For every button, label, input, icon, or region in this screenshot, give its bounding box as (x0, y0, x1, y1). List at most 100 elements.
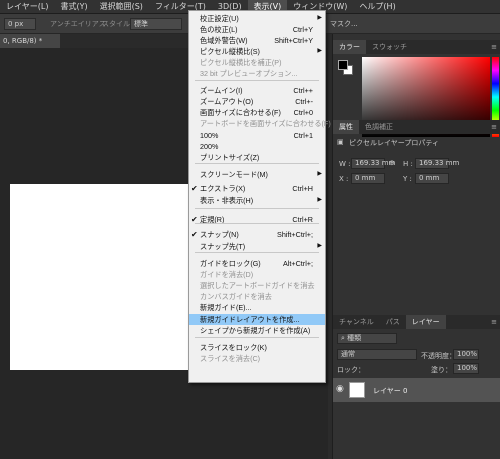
menu-item-label: 表示・非表示(H) (200, 196, 254, 205)
view-menu-item[interactable]: 画面サイズに合わせる(F) Ctrl+0 (189, 107, 325, 118)
layers-panel-tabs: チャンネル パス レイヤー ≡ (333, 315, 500, 329)
menu-item-label: 選択したアートボードガイドを消去 (200, 281, 315, 290)
fill-field[interactable]: 100% (453, 363, 479, 374)
view-menu-item[interactable]: スライスをロック(K) (189, 342, 325, 353)
filter-type: 種類 (347, 334, 362, 342)
menu-item-label: エクストラ(X) (200, 184, 246, 193)
tab-adjustments[interactable]: 色調補正 (359, 120, 399, 134)
view-menu-item[interactable]: ズームアウト(O) Ctrl+- (189, 96, 325, 107)
menu-item-label: ピクセル縦横比(S) (200, 47, 260, 56)
view-menu-item[interactable]: 色域外警告(W) Shift+Ctrl+Y (189, 35, 325, 46)
tab-layers[interactable]: レイヤー (405, 315, 446, 329)
document-canvas[interactable] (10, 184, 200, 370)
menu-item-label: スライスを消去(C) (200, 354, 261, 363)
antialias-checkbox-label[interactable]: アンチエイリアス (50, 18, 106, 30)
view-menu-item[interactable]: 新規ガイド(E)... (189, 302, 325, 313)
opacity-label: 不透明度： (421, 352, 456, 360)
lock-label: ロック： (337, 366, 365, 374)
menu-item-label: 新規ガイド(E)... (200, 303, 252, 312)
y-label: Y : (403, 175, 412, 183)
view-menu-item[interactable]: 校正設定(U) ▶ (189, 13, 325, 24)
menu-item-label: 100% (200, 131, 219, 140)
eye-icon[interactable]: ◉ (336, 384, 344, 394)
view-menu-item[interactable]: 100% Ctrl+1 (189, 130, 325, 141)
view-menu-item[interactable]: 色の校正(L) Ctrl+Y (189, 24, 325, 35)
menu-separator (195, 163, 319, 164)
x-label: X : (339, 175, 349, 183)
menu-item-shortcut: Ctrl+H (292, 184, 313, 193)
pixel-layer-icon: ▣ (337, 138, 344, 146)
menu-item-shortcut: Shift+Ctrl+; (277, 230, 313, 239)
link-icon[interactable]: ⊖ (389, 159, 395, 167)
width-label: W : (339, 160, 351, 168)
view-menu-item[interactable]: ✔ スナップ(N) Shift+Ctrl+; (189, 229, 325, 240)
height-label: H : (403, 160, 413, 168)
panel-menu-icon[interactable]: ≡ (491, 318, 497, 326)
menu-item-shortcut: Ctrl+0 (293, 108, 313, 117)
color-panel-tabs: カラー スウォッチ ≡ (333, 40, 500, 54)
menu-item-label: プリントサイズ(Z) (200, 153, 260, 162)
tab-channels[interactable]: チャンネル (333, 315, 380, 329)
tab-paths[interactable]: パス (380, 315, 406, 329)
menu-item-label: アートボードを画面サイズに合わせる(F) (200, 119, 331, 128)
menu-item-label: カンバスガイドを消去 (200, 292, 272, 301)
menu-item-label: スナップ先(T) (200, 242, 246, 251)
menu-item-label: 色域外警告(W) (200, 36, 248, 45)
style-select[interactable]: 標準 (130, 18, 182, 30)
layer-row[interactable]: ◉ レイヤー 0 (333, 378, 500, 402)
view-menu-item: アートボードを画面サイズに合わせる(F) (189, 118, 331, 129)
menu-item-label: 200% (200, 142, 219, 151)
view-menu-item[interactable]: ズームイン(I) Ctrl++ (189, 85, 325, 96)
menu-item-0[interactable]: レイヤー(L) (0, 0, 54, 14)
menu-item-shortcut: Ctrl+1 (293, 131, 313, 140)
submenu-arrow-icon: ▶ (317, 15, 322, 21)
blend-mode-select[interactable]: 通常 (337, 349, 417, 360)
submenu-arrow-icon: ▶ (317, 243, 322, 249)
menu-item-label: 色の校正(L) (200, 25, 238, 34)
width-field[interactable]: 169.33 mm (351, 158, 395, 169)
opacity-field[interactable]: 100% (453, 349, 479, 360)
tab-color[interactable]: カラー (333, 40, 366, 54)
y-field[interactable]: 0 mm (415, 173, 449, 184)
view-menu-item[interactable]: プリントサイズ(Z) (189, 152, 325, 163)
checkmark-icon: ✔ (191, 230, 198, 239)
layer-name[interactable]: レイヤー 0 (373, 386, 407, 396)
view-menu-item[interactable]: 200% (189, 141, 325, 152)
view-menu-item[interactable]: スナップ先(T) ▶ (189, 241, 325, 252)
menu-item-label: ズームイン(I) (200, 86, 243, 95)
tab-properties[interactable]: 属性 (333, 120, 359, 134)
menu-item-label: ガイドをロック(G) (200, 259, 261, 268)
panel-menu-icon[interactable]: ≡ (491, 43, 497, 51)
foreground-color-swatch[interactable] (338, 60, 348, 70)
tab-swatches[interactable]: スウォッチ (366, 40, 413, 54)
submenu-arrow-icon: ▶ (317, 171, 322, 177)
view-menu-item[interactable]: ✔ エクストラ(X) Ctrl+H (189, 183, 325, 194)
submenu-arrow-icon: ▶ (317, 48, 322, 54)
view-menu-item[interactable]: 新規ガイドレイアウトを作成... (189, 314, 325, 325)
menu-separator (195, 80, 319, 81)
menu-item-7[interactable]: ヘルプ(H) (353, 0, 401, 14)
menu-separator (195, 208, 319, 209)
mask-button[interactable]: マスク... (330, 18, 358, 30)
menu-item-label: スライスをロック(K) (200, 343, 267, 352)
layer-filter-select[interactable]: ⌕ 種類 (337, 333, 397, 344)
view-menu-item[interactable]: ガイドをロック(G) Alt+Ctrl+; (189, 258, 325, 269)
menu-item-2[interactable]: 選択範囲(S) (94, 0, 149, 14)
feather-input[interactable]: 0 px (4, 18, 36, 30)
view-menu-item[interactable]: 表示・非表示(H) ▶ (189, 195, 325, 206)
document-tab[interactable]: 0, RGB/8) * (0, 34, 60, 48)
height-field[interactable]: 169.33 mm (415, 158, 459, 169)
menu-item-label: 画面サイズに合わせる(F) (200, 108, 281, 117)
view-menu-item[interactable]: シェイプから新規ガイドを作成(A) (189, 325, 325, 336)
view-menu-item: 32 bit プレビューオプション... (189, 68, 325, 79)
panel-menu-icon[interactable]: ≡ (491, 123, 497, 131)
view-menu-item[interactable]: ピクセル縦横比(S) ▶ (189, 46, 325, 57)
fill-label: 塗り： (431, 366, 452, 374)
x-field[interactable]: 0 mm (351, 173, 385, 184)
view-menu-item: カンバスガイドを消去 (189, 291, 325, 302)
view-menu-item[interactable]: スクリーンモード(M) ▶ (189, 169, 325, 180)
menu-item-shortcut: Alt+Ctrl+; (283, 259, 313, 268)
menu-item-1[interactable]: 書式(Y) (54, 0, 93, 14)
menu-item-label: シェイプから新規ガイドを作成(A) (200, 326, 311, 335)
properties-panel-tabs: 属性 色調補正 ≡ (333, 120, 500, 134)
